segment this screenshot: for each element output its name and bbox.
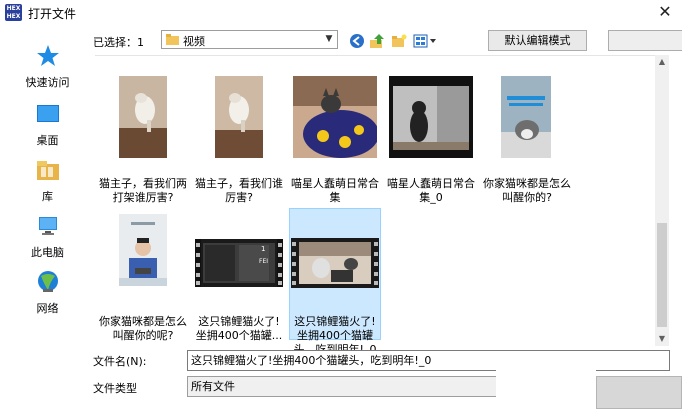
file-item[interactable]: 喵星人蠢萌日常合集_0 [385, 71, 477, 204]
file-item[interactable]: 猫主子，看我们谁厉害? [193, 71, 285, 204]
desktop-icon [37, 105, 59, 122]
new-folder-icon[interactable] [391, 33, 407, 49]
blank-button[interactable] [608, 30, 682, 51]
place-label: 此电脑 [31, 246, 64, 259]
file-name: 你家猫咪都是怎么叫醒你的? [483, 177, 571, 204]
file-item[interactable]: 喵星人蠢萌日常合集 [289, 71, 381, 204]
place-quick-access[interactable]: 快速访问 [0, 36, 95, 94]
file-item-selected[interactable]: 这只锦鲤猫火了!坐拥400个猫罐头，吃到明年!_0 [289, 208, 381, 356]
star-icon [37, 45, 59, 66]
place-this-pc[interactable]: 此电脑 [0, 206, 95, 264]
title-bar: HEX HEX 打开文件 ✕ [0, 0, 682, 26]
place-label: 快速访问 [25, 76, 70, 89]
vertical-scrollbar[interactable]: ▲ ▼ [655, 55, 669, 346]
back-icon[interactable] [349, 33, 365, 49]
filename-input[interactable]: 这只锦鲤猫火了!坐拥400个猫罐头，吃到明年!_0 [187, 350, 670, 371]
scroll-up-icon[interactable]: ▲ [655, 55, 669, 69]
scroll-down-icon[interactable]: ▼ [655, 332, 669, 346]
window-title: 打开文件 [28, 7, 77, 21]
file-name: 这只锦鲤猫火了!坐拥400个猫罐... [195, 315, 283, 342]
place-desktop[interactable]: 桌面 [0, 94, 95, 152]
app-logo-text: HEX [6, 5, 21, 12]
place-label: 网络 [36, 302, 59, 315]
file-name: 猫主子，看我们谁厉害? [195, 177, 283, 204]
network-icon [38, 271, 58, 292]
file-name: 喵星人蠢萌日常合集_0 [387, 177, 475, 204]
view-menu-icon[interactable] [413, 33, 437, 49]
file-name: 喵星人蠢萌日常合集 [291, 177, 379, 204]
library-icon [37, 161, 59, 180]
file-item[interactable]: 你家猫咪都是怎么叫醒你的? [481, 71, 573, 204]
video-film-icon [291, 238, 379, 288]
video-thumbnail [119, 76, 167, 158]
file-name: 你家猫咪都是怎么叫醒你的呢? [99, 315, 187, 342]
app-logo-icon: HEX HEX [5, 4, 22, 21]
file-item[interactable]: 1 FEI 这只锦鲤猫火了!坐拥400个猫罐... [193, 209, 285, 342]
place-library[interactable]: 库 [0, 150, 95, 208]
svg-text:1: 1 [261, 245, 265, 253]
video-thumbnail [293, 76, 377, 158]
close-icon[interactable]: ✕ [656, 2, 674, 22]
scrollbar-thumb[interactable] [657, 223, 667, 327]
places-bar: 快速访问 桌面 库 此电脑 网络 [0, 28, 95, 409]
folder-icon [166, 34, 179, 45]
video-thumbnail [215, 76, 263, 158]
place-label: 桌面 [36, 134, 59, 147]
open-button[interactable] [596, 376, 682, 409]
computer-icon [39, 217, 57, 235]
app-logo-text: HEX [6, 13, 21, 20]
file-item[interactable]: 你家猫咪都是怎么叫醒你的呢? [97, 209, 189, 342]
default-edit-mode-button[interactable]: 默认编辑模式 [488, 30, 587, 51]
place-network[interactable]: 网络 [0, 262, 95, 320]
place-label: 库 [42, 190, 53, 203]
selection-count-label: 已选择：1 [93, 36, 144, 49]
up-folder-icon[interactable] [369, 33, 385, 49]
chevron-down-icon[interactable]: ▼ [323, 33, 335, 46]
filetype-dropdown[interactable]: 所有文件 [187, 376, 505, 397]
location-dropdown[interactable]: 视频 ▼ [161, 30, 338, 49]
file-item[interactable]: 猫主子，看我们两打架谁厉害? [97, 71, 189, 204]
video-thumbnail [119, 214, 167, 286]
video-badge: FEI [259, 258, 268, 265]
video-thumbnail [501, 76, 551, 158]
file-name: 猫主子，看我们两打架谁厉害? [99, 177, 187, 204]
filename-label: 文件名(N): [93, 355, 147, 368]
video-film-icon: 1 FEI [195, 239, 283, 287]
file-list[interactable]: 猫主子，看我们两打架谁厉害? 猫主子，看我们谁厉害? 喵星人蠢萌日常合集 喵星人… [95, 55, 669, 356]
video-thumbnail [389, 76, 473, 158]
filetype-label: 文件类型 [93, 382, 137, 395]
blank-area [496, 366, 596, 409]
location-value: 视频 [183, 35, 205, 48]
